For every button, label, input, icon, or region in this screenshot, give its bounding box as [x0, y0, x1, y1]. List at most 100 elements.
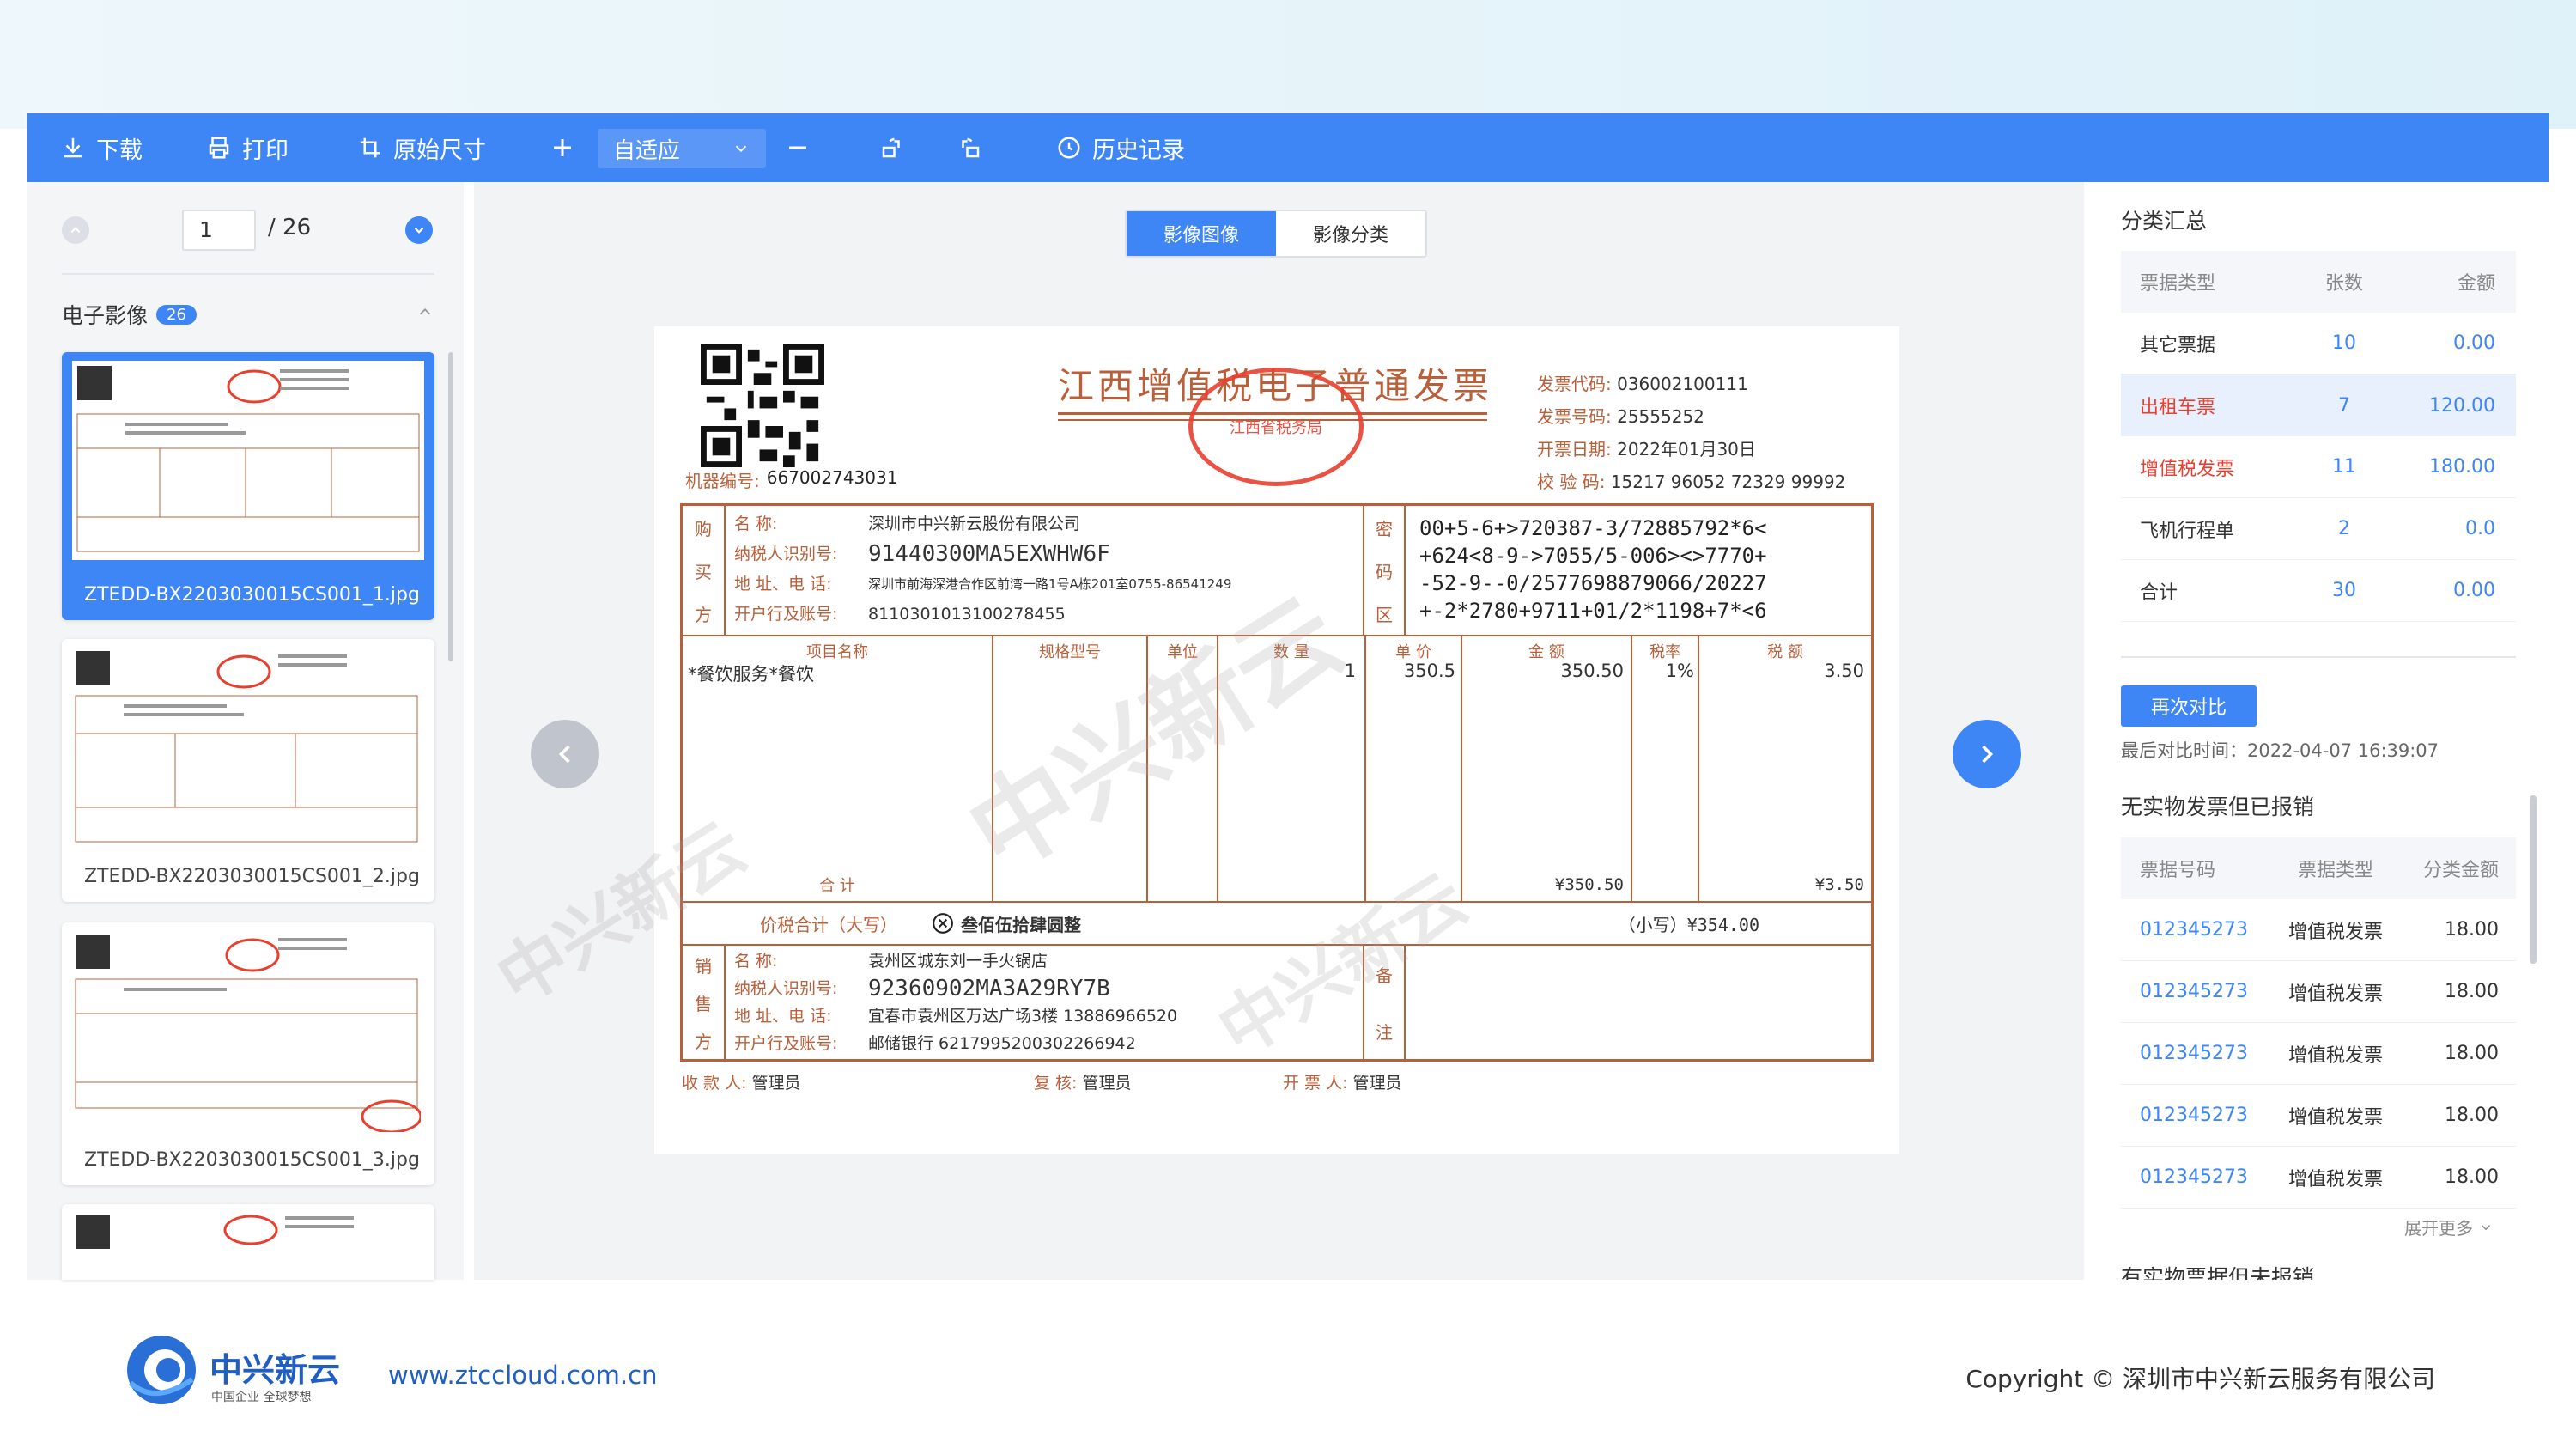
- cipher-line: 00+5-6+>720387-3/72885792*6<: [1419, 516, 1767, 540]
- s2-amount: 18.00: [2445, 981, 2499, 1002]
- summary-row[interactable]: 其它票据 10 0.00: [2121, 313, 2516, 374]
- item-qty: 1: [1344, 661, 1356, 681]
- grand-total-row: 价税合计（大写） 叁佰伍拾肆圆整 （小写）¥354.00: [683, 903, 1871, 946]
- thumbnail-item[interactable]: [62, 1204, 434, 1280]
- brand-name: 中兴新云: [210, 1351, 341, 1389]
- toolbar: 下载 打印 原始尺寸 自适应 历史记录: [27, 113, 2549, 182]
- prev-page-button[interactable]: [62, 216, 89, 244]
- item-rate: 1%: [1665, 661, 1694, 681]
- summary-row[interactable]: 增值税发票 11 180.00: [2121, 436, 2516, 498]
- prev-image-button[interactable]: [531, 720, 599, 788]
- company-logo-icon: [127, 1336, 196, 1404]
- summary-scrollbar[interactable]: [2530, 795, 2537, 964]
- page-number-input[interactable]: 1: [182, 210, 256, 251]
- col-header-item: 项目名称: [806, 643, 868, 661]
- rotate-left-button[interactable]: [879, 113, 905, 182]
- original-size-label: 原始尺寸: [393, 137, 486, 164]
- chevron-down-icon: [735, 145, 747, 153]
- tab-classification[interactable]: 影像分类: [1276, 211, 1425, 256]
- next-page-button[interactable]: [405, 216, 433, 244]
- header-no: 票据号码: [2140, 860, 2216, 881]
- history-button[interactable]: 历史记录: [1056, 113, 1185, 182]
- rotate-right-button[interactable]: [957, 113, 982, 182]
- seller-addr-label: 地 址、电 话:: [734, 1007, 832, 1026]
- machine-no-label: 机器编号:: [685, 471, 760, 491]
- buyer-side-label: 购买方: [683, 506, 726, 635]
- chevron-up-icon: [70, 227, 81, 234]
- invoice-thumbnail-graphic: [76, 1215, 354, 1249]
- total-amount: ¥350.50: [1554, 875, 1624, 894]
- summary-total-row: 合计 30 0.00: [2121, 560, 2516, 622]
- s2-number-link[interactable]: 012345273: [2121, 1166, 2267, 1188]
- chevron-right-icon: [1982, 745, 1994, 764]
- col-header-qty: 数 量: [1273, 643, 1309, 661]
- col-header-amount: 金 额: [1528, 643, 1564, 661]
- copyright-text: Copyright © 深圳市中兴新云服务有限公司: [1965, 1365, 2435, 1393]
- section-header-images[interactable]: 电子影像 26: [62, 299, 197, 330]
- thumbnail-caption: ZTEDD-BX2203030015CS001_3.jpg: [84, 1149, 420, 1171]
- tab-image[interactable]: 影像图像: [1127, 211, 1276, 256]
- header-background: [0, 0, 2576, 129]
- buyer-char: 买: [695, 561, 712, 582]
- collapse-icon[interactable]: [416, 302, 434, 321]
- chevron-down-icon: [414, 227, 424, 234]
- buyer-char: 方: [695, 604, 712, 625]
- website-link[interactable]: www.ztccloud.com.cn: [388, 1361, 657, 1390]
- invoice-thumbnail-graphic: [75, 651, 418, 843]
- section3-title: 有实物票据但未报销: [2121, 1265, 2315, 1280]
- s2-number-link[interactable]: 012345273: [2121, 1043, 2267, 1064]
- invoice-thumbnail-graphic: [75, 935, 422, 1134]
- thumbnail-item[interactable]: ZTEDD-BX2203030015CS001_2.jpg: [62, 639, 434, 902]
- header-amount: 分类金额: [2422, 860, 2499, 881]
- thumbnail-scrollbar[interactable]: [448, 352, 453, 661]
- invoice-meta: 发票代码: 036002100111 发票号码: 25555252 开票日期: …: [1537, 368, 1845, 498]
- summary-row[interactable]: 出租车票 7 120.00: [2121, 374, 2516, 436]
- expand-more-label: 展开更多: [2404, 1218, 2473, 1239]
- thumbnail-item[interactable]: ZTEDD-BX2203030015CS001_3.jpg: [62, 922, 434, 1185]
- thumbnail-caption: ZTEDD-BX2203030015CS001_2.jpg: [84, 866, 420, 887]
- item-name: *餐饮服务*餐饮: [688, 664, 814, 685]
- s2-number-link[interactable]: 012345273: [2121, 981, 2267, 1002]
- seller-bank-label: 开户行及账号:: [734, 1034, 838, 1053]
- cipher-line: +-2*2780+9711+01/2*1198+7*<6: [1419, 599, 1767, 623]
- summary-row[interactable]: 飞机行程单 2 0.0: [2121, 498, 2516, 560]
- buyer-addr-label: 地 址、电 话:: [734, 575, 832, 594]
- grand-total-small: （小写）¥354.00: [1618, 914, 1759, 935]
- invoice-document: 机器编号: 667002743031 江西增值税电子普通发票 江西省税务局 发票…: [654, 326, 1899, 1154]
- s2-header: 票据号码 票据类型 分类金额: [2121, 837, 2516, 899]
- compare-again-button[interactable]: 再次对比: [2121, 685, 2257, 727]
- seller-tax-label: 纳税人识别号:: [734, 979, 838, 998]
- s2-number-link[interactable]: 012345273: [2121, 1105, 2267, 1126]
- cipher-line: +624<8-9->7055/5-006><>7770+: [1419, 544, 1767, 568]
- stamp-text: 江西省税务局: [1230, 419, 1322, 437]
- buyer-tax-label: 纳税人识别号:: [734, 545, 838, 563]
- cipher-area: 00+5-6+>720387-3/72885792*6< +624<8-9->7…: [1419, 514, 1767, 624]
- s2-row: 012345273 增值税发票 18.00: [2121, 1147, 2516, 1209]
- cipher-char: 码: [1376, 561, 1393, 582]
- divider: [62, 273, 434, 275]
- summary-amount: 180.00: [2429, 456, 2495, 478]
- thumbnail-item[interactable]: ZTEDD-BX2203030015CS001_1.jpg: [62, 352, 434, 620]
- remark-char: 注: [1376, 1021, 1393, 1043]
- zoom-select[interactable]: 自适应: [598, 129, 766, 168]
- s2-number-link[interactable]: 012345273: [2121, 919, 2267, 941]
- thumbnail-image: [72, 931, 424, 1134]
- summary-count: 30: [2332, 580, 2356, 601]
- col-header-tax: 税 额: [1767, 643, 1803, 661]
- last-compare-time: 最后对比时间：2022-04-07 16:39:07: [2121, 740, 2439, 761]
- s2-type: 增值税发票: [2287, 1044, 2383, 1067]
- expand-more-link[interactable]: 展开更多: [2404, 1215, 2494, 1239]
- s2-type: 增值税发票: [2287, 983, 2383, 1005]
- remark-char: 备: [1376, 965, 1393, 986]
- print-button[interactable]: 打印: [206, 113, 289, 182]
- zoom-in-button[interactable]: [550, 113, 575, 182]
- download-button[interactable]: 下载: [60, 113, 143, 182]
- zoom-out-button[interactable]: [785, 113, 811, 182]
- printer-icon: [209, 137, 229, 159]
- header-type: 票据类型: [2140, 273, 2216, 295]
- print-label: 打印: [242, 137, 289, 164]
- drawer: 管理员: [1352, 1074, 1402, 1093]
- original-size-button[interactable]: 原始尺寸: [357, 113, 486, 182]
- next-image-button[interactable]: [1953, 720, 2021, 788]
- zoom-value: 自适应: [613, 137, 681, 164]
